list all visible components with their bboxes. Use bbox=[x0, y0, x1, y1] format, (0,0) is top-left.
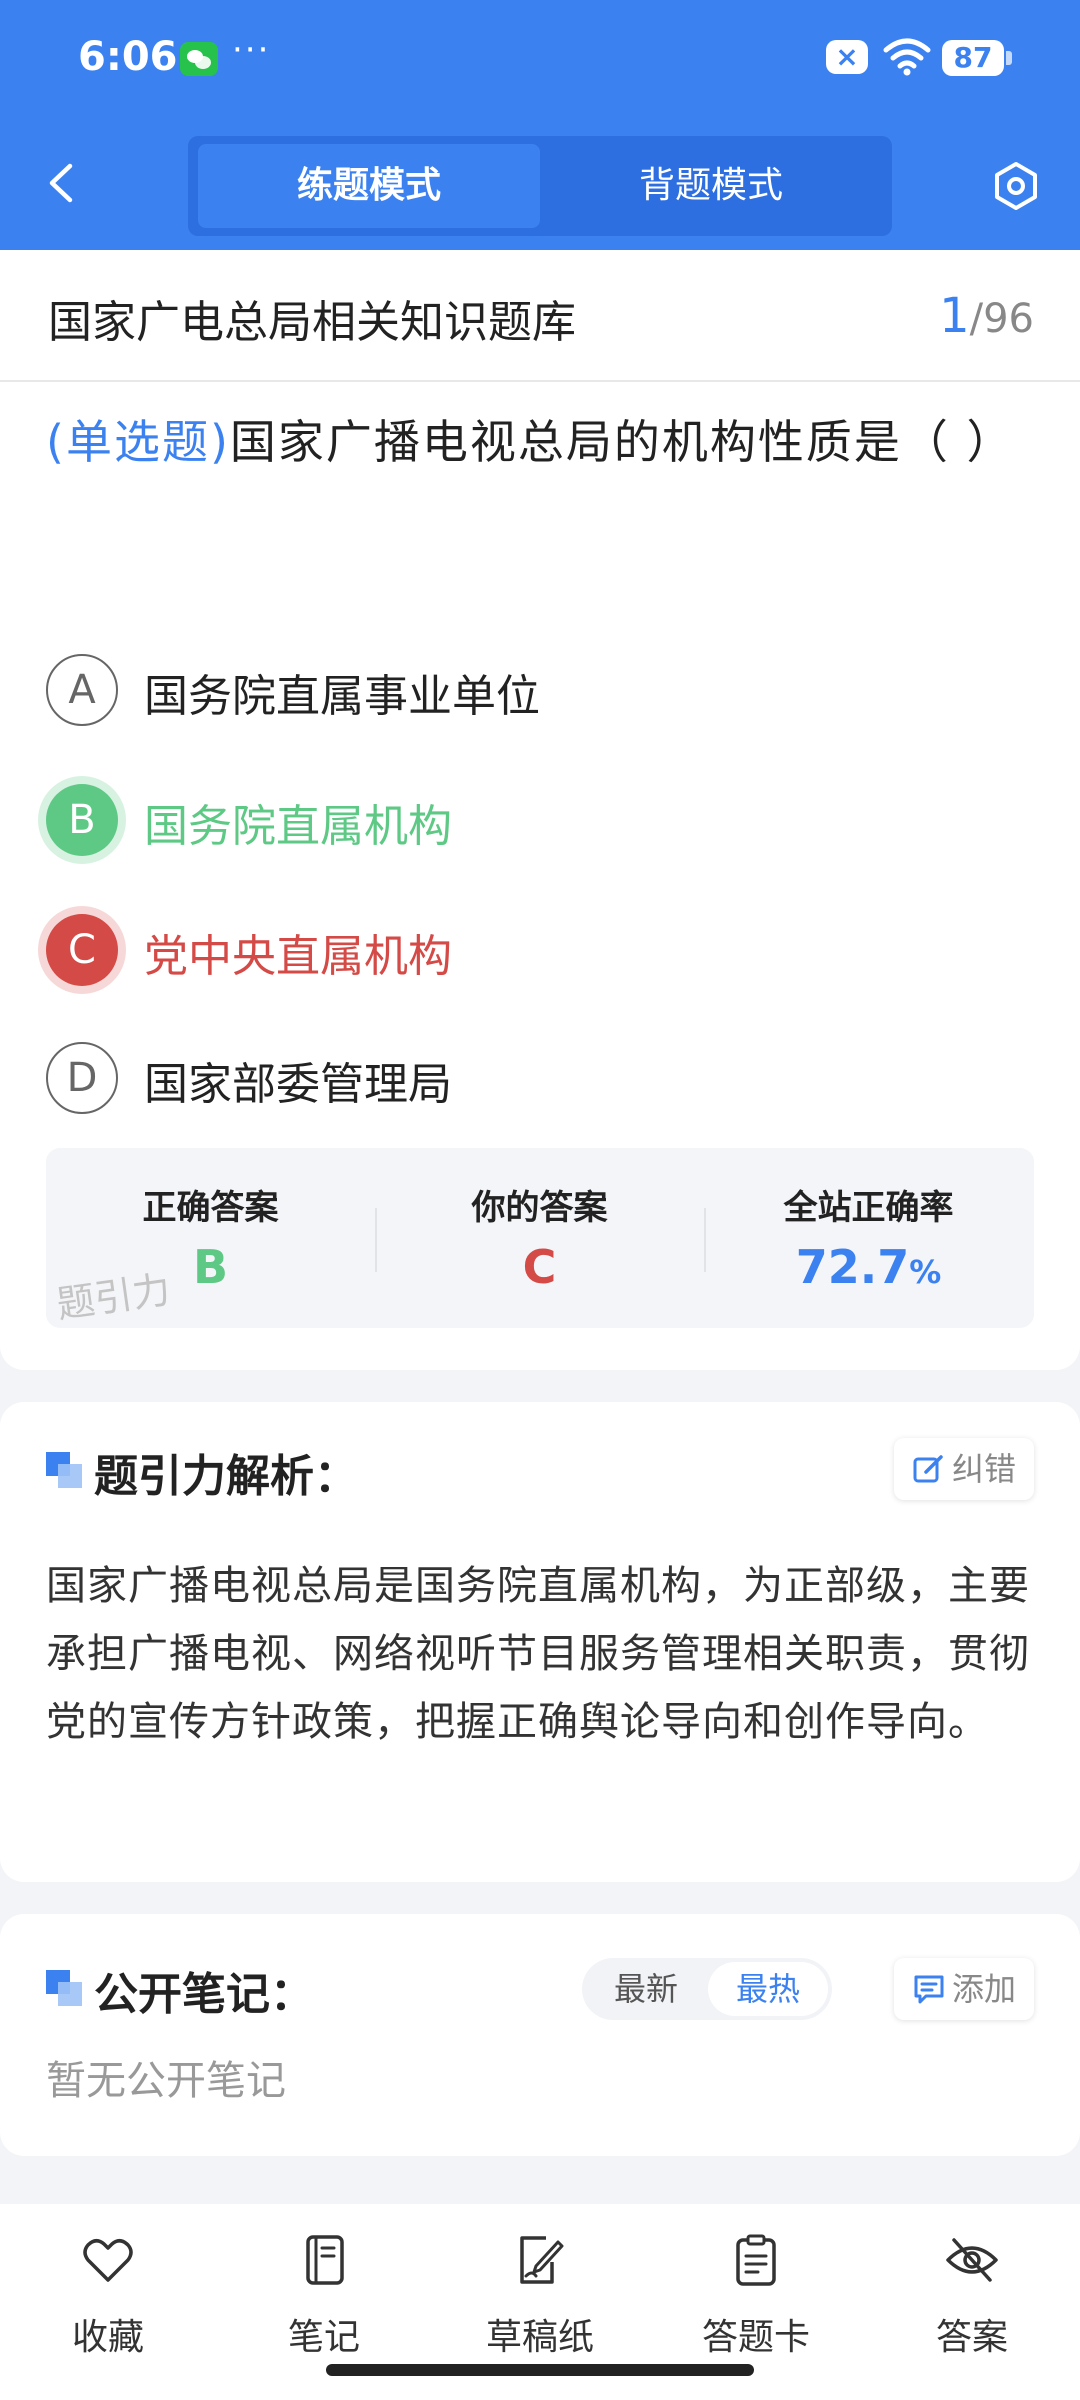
question-bank-title: 国家广电总局相关知识题库 bbox=[48, 297, 576, 348]
settings-icon[interactable] bbox=[990, 160, 1042, 212]
sort-hottest[interactable]: 最热 bbox=[708, 1962, 828, 2016]
report-error-label: 纠错 bbox=[951, 1450, 1016, 1488]
option-c[interactable]: C 党中央直属机构 bbox=[46, 914, 1026, 990]
option-text: 党中央直属机构 bbox=[144, 931, 452, 982]
accuracy-number: 72.7 bbox=[795, 1240, 910, 1294]
stat-site-accuracy: 全站正确率 72.7% bbox=[704, 1148, 1033, 1328]
stat-value: C bbox=[522, 1240, 557, 1294]
nav-label: 收藏 bbox=[71, 2317, 144, 2358]
analysis-text: 国家广播电视总局是国务院直属机构，为正部级，主要承担广播电视、网络视听节目服务管… bbox=[46, 1563, 1030, 1745]
notes-sort-toggle: 最新 最热 bbox=[582, 1958, 832, 2020]
progress-current: 1 bbox=[939, 288, 970, 344]
section-square-icon bbox=[46, 1452, 82, 1488]
question-stem: (单选题)国家广播电视总局的机构性质是（ ） bbox=[46, 400, 1036, 484]
stat-your-answer: 你的答案 C bbox=[375, 1148, 704, 1328]
add-note-button[interactable]: 添加 bbox=[893, 1958, 1034, 2020]
stat-label: 你的答案 bbox=[471, 1188, 608, 1228]
accuracy-unit: % bbox=[909, 1253, 942, 1291]
battery-indicator: 87 bbox=[942, 40, 1012, 76]
stat-label: 正确答案 bbox=[142, 1188, 279, 1228]
empty-notes-text: 暂无公开笔记 bbox=[46, 2058, 286, 2104]
option-d[interactable]: D 国家部委管理局 bbox=[46, 1042, 1026, 1118]
answer-stats: 正确答案 B 你的答案 C 全站正确率 72.7% 题引力 bbox=[46, 1148, 1034, 1328]
option-letter: C bbox=[46, 914, 118, 986]
wechat-notification-icon bbox=[180, 42, 218, 76]
home-indicator[interactable] bbox=[326, 2364, 754, 2376]
app-header: 6:06 ··· × 87 练题模式 背题模式 bbox=[0, 0, 1080, 250]
tab-practice-mode[interactable]: 练题模式 bbox=[198, 144, 540, 228]
nav-label: 答题卡 bbox=[701, 2317, 810, 2358]
sort-newest[interactable]: 最新 bbox=[586, 1962, 706, 2016]
analysis-title: 题引力解析： bbox=[94, 1451, 358, 1502]
answer-sheet-icon bbox=[736, 2234, 776, 2286]
eye-off-icon bbox=[946, 2238, 998, 2282]
option-text: 国务院直属事业单位 bbox=[144, 671, 540, 722]
nav-label: 草稿纸 bbox=[485, 2317, 594, 2358]
notebook-icon bbox=[306, 2235, 344, 2285]
option-a[interactable]: A 国务院直属事业单位 bbox=[46, 654, 1026, 730]
report-error-button[interactable]: 纠错 bbox=[893, 1438, 1034, 1500]
option-b[interactable]: B 国务院直属机构 bbox=[46, 784, 1026, 860]
question-progress[interactable]: 1/96 bbox=[939, 288, 1034, 344]
draft-pen-icon bbox=[520, 2236, 564, 2284]
notes-title: 公开笔记： bbox=[94, 1969, 314, 2020]
option-letter: A bbox=[46, 654, 118, 726]
nav-answer-sheet[interactable]: 答题卡 bbox=[648, 2224, 864, 2364]
progress-total: /96 bbox=[969, 296, 1034, 342]
nav-notes[interactable]: 笔记 bbox=[216, 2224, 432, 2364]
edit-icon bbox=[913, 1455, 943, 1483]
header-divider bbox=[0, 380, 1080, 382]
section-square-icon bbox=[46, 1970, 82, 2006]
tab-memorize-mode[interactable]: 背题模式 bbox=[540, 144, 882, 228]
nav-favorite[interactable]: 收藏 bbox=[0, 2224, 216, 2364]
option-letter: D bbox=[46, 1042, 118, 1114]
comment-icon bbox=[914, 1975, 944, 2004]
nav-draft[interactable]: 草稿纸 bbox=[432, 2224, 648, 2364]
add-note-label: 添加 bbox=[951, 1970, 1016, 2008]
more-notifications-icon: ··· bbox=[232, 30, 271, 70]
public-notes-card: 公开笔记： 最新 最热 添加 暂无公开笔记 bbox=[0, 1914, 1080, 2156]
status-bar: 6:06 ··· × 87 bbox=[0, 0, 1080, 120]
nav-label: 笔记 bbox=[287, 2317, 360, 2358]
status-time: 6:06 bbox=[78, 34, 178, 80]
stat-label: 全站正确率 bbox=[783, 1188, 954, 1228]
wifi-icon bbox=[883, 38, 931, 76]
mode-switch: 练题模式 背题模式 bbox=[188, 136, 892, 236]
question-type: (单选题) bbox=[46, 415, 230, 469]
option-text: 国务院直属机构 bbox=[144, 801, 452, 852]
heart-icon bbox=[83, 2239, 133, 2282]
option-text: 国家部委管理局 bbox=[144, 1059, 452, 1110]
nav-label: 答案 bbox=[935, 2317, 1008, 2358]
question-card: 国家广电总局相关知识题库 1/96 (单选题)国家广播电视总局的机构性质是（ ）… bbox=[0, 250, 1080, 1370]
option-letter: B bbox=[46, 784, 118, 856]
back-arrow-icon[interactable] bbox=[40, 160, 86, 206]
close-badge-icon: × bbox=[826, 40, 868, 74]
nav-show-answer[interactable]: 答案 bbox=[864, 2224, 1080, 2364]
analysis-card: 题引力解析： 纠错 国家广播电视总局是国务院直属机构，为正部级，主要承担广播电视… bbox=[0, 1402, 1080, 1882]
question-text: 国家广播电视总局的机构性质是（ ） bbox=[229, 415, 1015, 469]
stat-value: 72.7% bbox=[704, 1240, 1033, 1294]
